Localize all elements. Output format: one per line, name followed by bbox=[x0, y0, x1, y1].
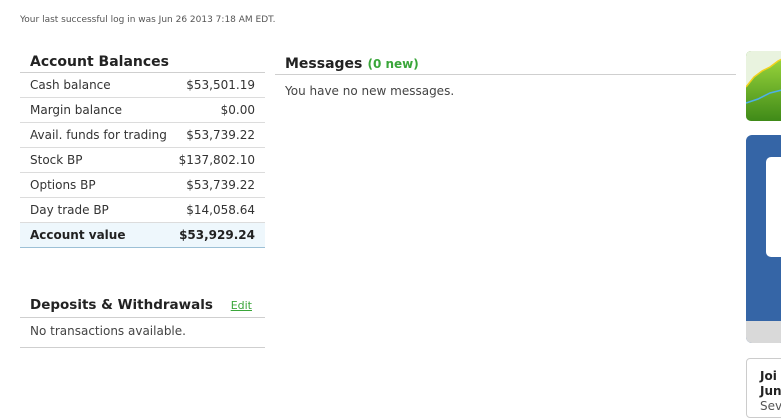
balance-label: Options BP bbox=[30, 178, 96, 192]
balance-value: $53,739.22 bbox=[186, 178, 255, 192]
no-transactions-text: No transactions available. bbox=[20, 318, 265, 348]
balance-label: Stock BP bbox=[30, 153, 83, 167]
account-balances-panel: Account Balances Cash balance $53,501.19… bbox=[20, 51, 265, 248]
balance-value: $53,501.19 bbox=[186, 78, 255, 92]
balance-value: $137,802.10 bbox=[178, 153, 255, 167]
blue-promo-widget[interactable] bbox=[746, 135, 781, 343]
messages-panel: Messages (0 new) You have no new message… bbox=[275, 51, 736, 98]
balance-row-cash: Cash balance $53,501.19 bbox=[20, 73, 265, 98]
balance-value: $53,739.22 bbox=[186, 128, 255, 142]
messages-title: Messages bbox=[285, 56, 363, 72]
blue-widget-footer bbox=[746, 321, 781, 343]
blue-widget-card bbox=[766, 157, 781, 257]
balance-row-options-bp: Options BP $53,739.22 bbox=[20, 173, 265, 198]
balance-row-stock-bp: Stock BP $137,802.10 bbox=[20, 148, 265, 173]
promo-line-3: Sev bbox=[760, 399, 781, 413]
new-messages-count[interactable]: (0 new) bbox=[367, 57, 418, 71]
balance-label: Margin balance bbox=[30, 103, 123, 117]
promo-line-2: Jun bbox=[760, 384, 781, 398]
balance-value: $0.00 bbox=[220, 103, 255, 117]
messages-empty-text: You have no new messages. bbox=[285, 84, 455, 98]
balance-label: Cash balance bbox=[30, 78, 111, 92]
balance-row-account-value: Account value $53,929.24 bbox=[20, 223, 265, 248]
promo-box[interactable]: Joi Jun Sev bbox=[746, 358, 781, 418]
deposits-header: Deposits & Withdrawals Edit bbox=[20, 293, 265, 318]
last-login-notice: Your last successful log in was Jun 26 2… bbox=[20, 15, 276, 25]
balance-label: Day trade BP bbox=[30, 203, 109, 217]
balance-value: $14,058.64 bbox=[186, 203, 255, 217]
edit-link[interactable]: Edit bbox=[231, 299, 252, 312]
chart-thumbnail-graphic bbox=[746, 51, 781, 121]
balance-label: Avail. funds for trading bbox=[30, 128, 167, 142]
balance-row-day-trade-bp: Day trade BP $14,058.64 bbox=[20, 198, 265, 223]
chart-thumbnail[interactable] bbox=[746, 51, 781, 121]
deposits-withdrawals-panel: Deposits & Withdrawals Edit No transacti… bbox=[20, 293, 265, 348]
balance-row-margin: Margin balance $0.00 bbox=[20, 98, 265, 123]
balance-label: Account value bbox=[30, 228, 126, 242]
messages-header: Messages (0 new) bbox=[275, 51, 736, 75]
account-balances-title: Account Balances bbox=[20, 51, 265, 73]
promo-line-1: Joi bbox=[760, 369, 777, 383]
deposits-title: Deposits & Withdrawals bbox=[30, 297, 213, 313]
balance-value: $53,929.24 bbox=[179, 228, 255, 242]
balance-row-avail-funds: Avail. funds for trading $53,739.22 bbox=[20, 123, 265, 148]
